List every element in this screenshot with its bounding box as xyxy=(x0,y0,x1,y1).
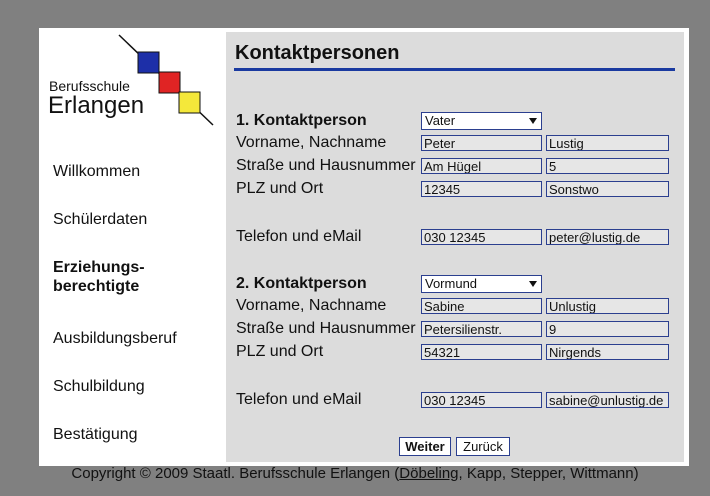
contact1-city-input[interactable] xyxy=(546,181,669,197)
contact1-relation-value: Vater xyxy=(425,113,456,128)
contact1-email-input[interactable] xyxy=(546,229,669,245)
contact2-street-input[interactable] xyxy=(421,321,542,337)
sidebar-item-ausbildungsberuf[interactable]: Ausbildungsberuf xyxy=(53,329,177,348)
sidebar-item-bestaetigung[interactable]: Bestätigung xyxy=(53,425,138,444)
contact1-phone-label: Telefon und eMail xyxy=(236,228,362,245)
sidebar: Berufsschule Erlangen Willkommen Schüler… xyxy=(39,28,225,466)
contact1-street-label: Straße und Hausnummer xyxy=(236,157,416,174)
contact2-relation-value: Vormund xyxy=(425,276,478,291)
logo-graphic: Berufsschule Erlangen xyxy=(48,34,214,126)
back-button[interactable]: Zurück xyxy=(456,437,510,456)
main-content: Kontaktpersonen 1. Kontaktperson Vater V… xyxy=(226,32,684,462)
sidebar-item-schulbildung[interactable]: Schulbildung xyxy=(53,377,145,396)
contact1-name-label: Vorname, Nachname xyxy=(236,134,387,151)
page-title: Kontaktpersonen xyxy=(235,42,400,64)
contact2-relation-select[interactable]: Vormund xyxy=(421,275,542,293)
contact1-heading: 1. Kontaktperson xyxy=(236,112,367,129)
sidebar-item-willkommen[interactable]: Willkommen xyxy=(53,162,140,181)
contact1-zip-input[interactable] xyxy=(421,181,542,197)
next-button[interactable]: Weiter xyxy=(399,437,451,456)
footer-suffix: , Kapp, Stepper, Wittmann) xyxy=(458,465,639,482)
contact1-housenumber-input[interactable] xyxy=(546,158,669,174)
contact1-firstname-input[interactable] xyxy=(421,135,542,151)
contact2-heading: 2. Kontaktperson xyxy=(236,275,367,292)
contact2-city-input[interactable] xyxy=(546,344,669,360)
contact1-relation-select[interactable]: Vater xyxy=(421,112,542,130)
contact2-housenumber-input[interactable] xyxy=(546,321,669,337)
chevron-down-icon xyxy=(529,281,537,287)
logo-text-line2: Erlangen xyxy=(48,92,144,119)
contact2-city-label: PLZ und Ort xyxy=(236,343,324,360)
chevron-down-icon xyxy=(529,118,537,124)
page-frame: Berufsschule Erlangen Willkommen Schüler… xyxy=(39,28,689,466)
title-divider xyxy=(234,68,675,71)
school-logo[interactable]: Berufsschule Erlangen xyxy=(39,28,225,138)
contact2-firstname-input[interactable] xyxy=(421,298,542,314)
contact2-name-label: Vorname, Nachname xyxy=(236,297,387,314)
contact2-street-label: Straße und Hausnummer xyxy=(236,320,416,337)
contact2-zip-input[interactable] xyxy=(421,344,542,360)
contact2-email-input[interactable] xyxy=(546,392,669,408)
footer-prefix: Copyright © 2009 Staatl. Berufsschule Er… xyxy=(71,465,400,482)
sidebar-item-schuelerdaten[interactable]: Schülerdaten xyxy=(53,210,147,229)
sidebar-item-erziehungsberechtigte[interactable]: Erziehungs-berechtigte xyxy=(53,258,203,296)
contact1-phone-input[interactable] xyxy=(421,229,542,245)
footer-copyright: Copyright © 2009 Staatl. Berufsschule Er… xyxy=(0,465,710,482)
contact2-phone-label: Telefon und eMail xyxy=(236,391,362,408)
footer-author-link[interactable]: Döbeling xyxy=(399,465,458,482)
contact1-lastname-input[interactable] xyxy=(546,135,669,151)
contact1-street-input[interactable] xyxy=(421,158,542,174)
contact2-phone-input[interactable] xyxy=(421,392,542,408)
contact1-city-label: PLZ und Ort xyxy=(236,180,324,197)
contact2-lastname-input[interactable] xyxy=(546,298,669,314)
